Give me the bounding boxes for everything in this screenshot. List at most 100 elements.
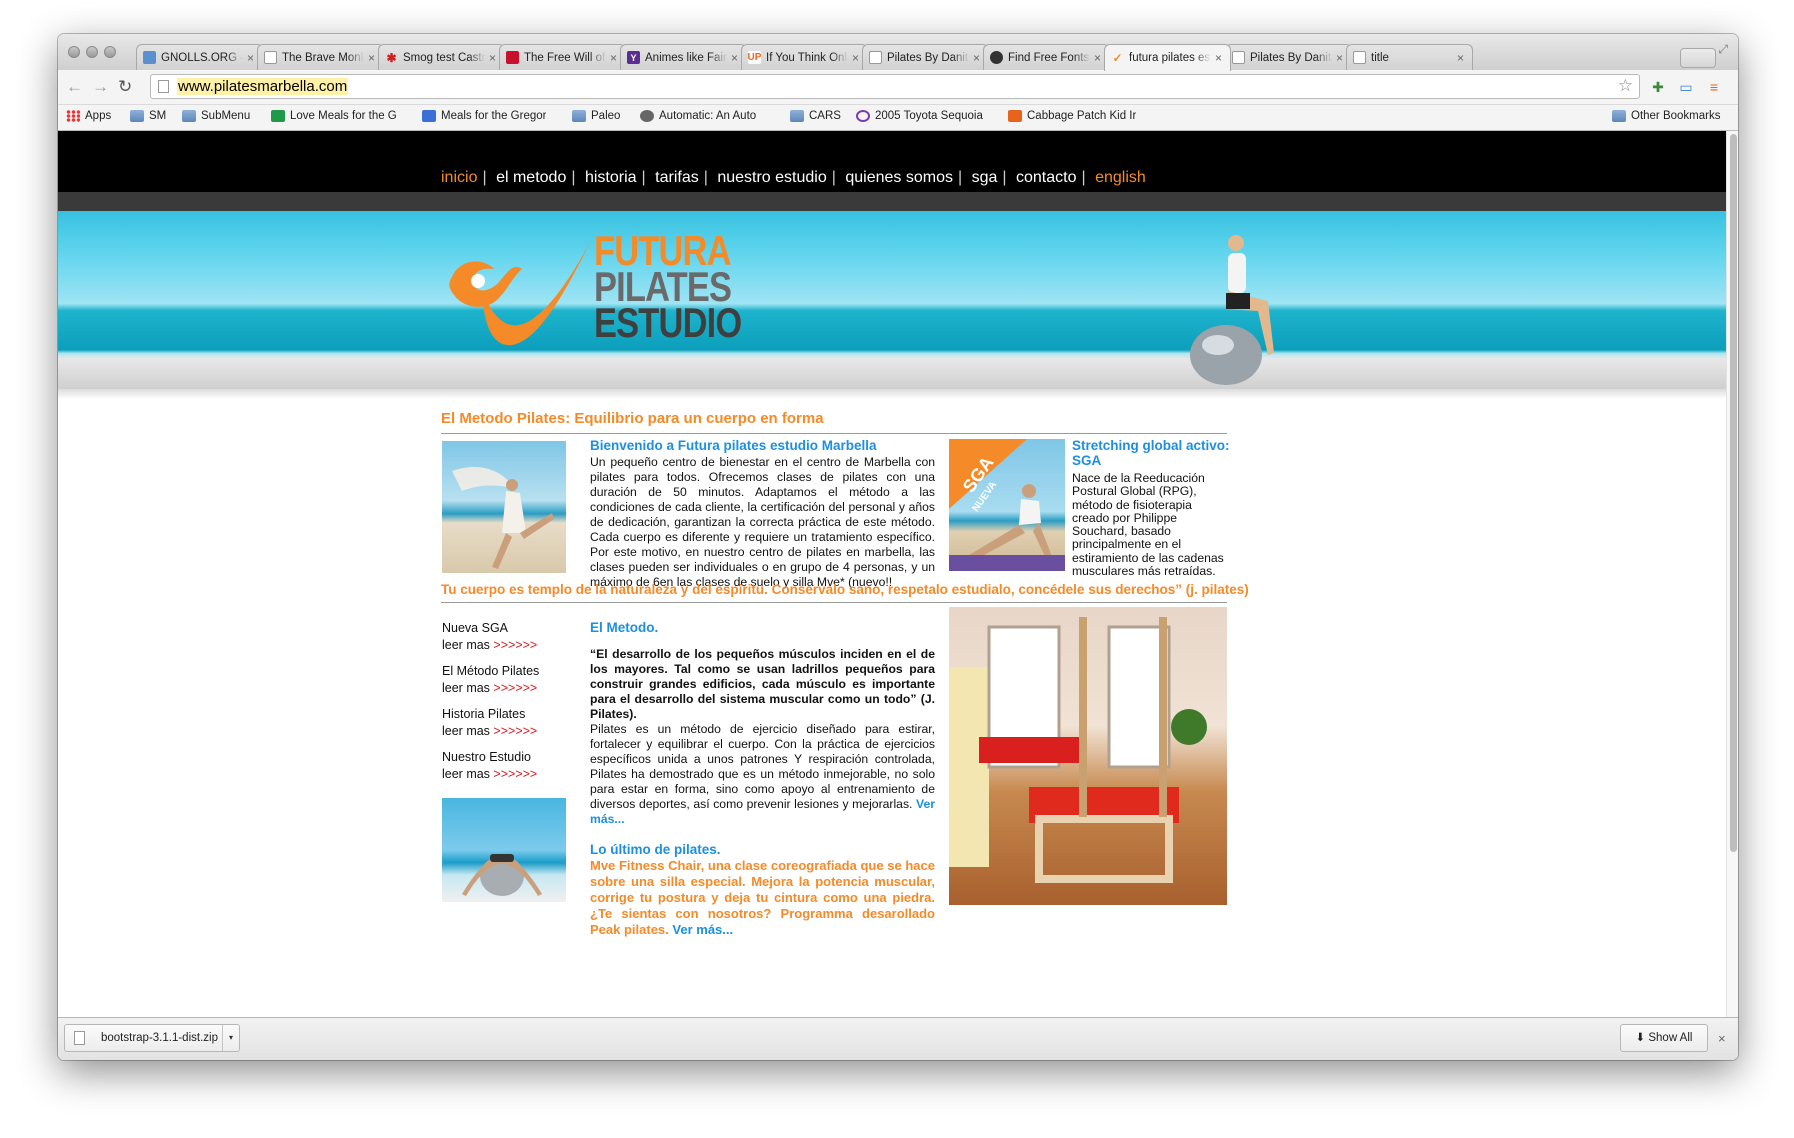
minimize-window-button[interactable] bbox=[86, 46, 98, 58]
side-link-estudio[interactable]: Nuestro Estudio leer mas >>>>>> bbox=[442, 749, 572, 783]
scrollbar-thumb[interactable] bbox=[1730, 134, 1737, 852]
bookmarks-bar: Apps SM SubMenu Love Meals for the G Mea… bbox=[58, 105, 1738, 131]
nav-sga[interactable]: sga bbox=[972, 169, 998, 186]
tab-favicon-icon bbox=[506, 51, 519, 64]
bookmark-folder[interactable]: SubMenu bbox=[182, 110, 250, 122]
woman-on-ball-image bbox=[1190, 235, 1274, 385]
apps-grid-icon bbox=[66, 110, 80, 122]
folder-icon bbox=[130, 110, 144, 122]
tab-close-icon[interactable]: × bbox=[973, 51, 980, 65]
page-icon bbox=[158, 80, 169, 93]
folder-icon bbox=[790, 110, 804, 122]
tab[interactable]: UP If You Think Onl × bbox=[741, 44, 868, 70]
tab-close-icon[interactable]: × bbox=[1336, 51, 1343, 65]
tab-close-icon[interactable]: × bbox=[1215, 51, 1222, 65]
other-bookmarks[interactable]: Other Bookmarks bbox=[1612, 110, 1720, 122]
sga-photo[interactable]: SGA NUEVA bbox=[949, 439, 1065, 571]
nav-nuestro-estudio[interactable]: nuestro estudio bbox=[717, 169, 826, 186]
bookmark-item[interactable]: Meals for the Gregor bbox=[422, 110, 546, 122]
side-link-nueva-sga[interactable]: Nueva SGA leer mas >>>>>> bbox=[442, 620, 572, 654]
tab[interactable]: ✱ Smog test Castro × bbox=[378, 44, 505, 70]
folder-icon bbox=[1612, 110, 1626, 122]
tab-close-icon[interactable]: × bbox=[610, 51, 617, 65]
tab-strip: GNOLLS.ORG – I × The Brave Monke × ✱ Smo… bbox=[58, 34, 1738, 71]
tab-close-icon[interactable]: × bbox=[1094, 51, 1101, 65]
nav-separator: | bbox=[571, 169, 576, 186]
tab-favicon-icon bbox=[869, 51, 882, 64]
bookmark-item[interactable]: Cabbage Patch Kid Ir bbox=[1008, 110, 1136, 122]
nav-inicio[interactable]: inicio bbox=[441, 169, 477, 186]
menu-icon[interactable]: ≡ bbox=[1706, 79, 1722, 95]
divider bbox=[441, 433, 1227, 434]
bookmark-item[interactable]: Automatic: An Auto bbox=[640, 110, 756, 122]
close-window-button[interactable] bbox=[68, 46, 80, 58]
tab[interactable]: Pilates By Danita × bbox=[862, 44, 989, 70]
bookmark-star-icon[interactable]: ☆ bbox=[1618, 76, 1633, 96]
close-download-bar-icon[interactable]: × bbox=[1718, 1031, 1726, 1046]
tab-close-icon[interactable]: × bbox=[852, 51, 859, 65]
site-nav: inicio | el metodo | historia | tarifas | nu… bbox=[441, 169, 1146, 187]
new-tab-button[interactable] bbox=[1680, 48, 1716, 68]
nav-el-metodo[interactable]: el metodo bbox=[496, 169, 566, 186]
tab-favicon-icon bbox=[143, 51, 156, 64]
side-link-metodo[interactable]: El Método Pilates leer mas >>>>>> bbox=[442, 663, 572, 697]
download-filename: bootstrap-3.1.1-dist.zip bbox=[101, 1032, 218, 1044]
extension-puzzle-icon[interactable]: ✚ bbox=[1650, 79, 1666, 95]
address-bar[interactable]: www.pilatesmarbella.com ☆ bbox=[150, 74, 1640, 99]
nav-separator: | bbox=[703, 169, 708, 186]
hero-banner: FUTURA PILATES ESTUDIO bbox=[58, 211, 1726, 389]
bookmark-folder[interactable]: CARS bbox=[790, 110, 841, 122]
latest-ver-mas-link[interactable]: Ver más... bbox=[672, 922, 733, 937]
page-viewport: inicio | el metodo | historia | tarifas | nu… bbox=[58, 131, 1726, 1017]
tab-close-icon[interactable]: × bbox=[247, 51, 254, 65]
zoom-window-button[interactable] bbox=[104, 46, 116, 58]
nav-contacto[interactable]: contacto bbox=[1016, 169, 1076, 186]
welcome-title: Bienvenido a Futura pilates estudio Marb… bbox=[590, 438, 877, 453]
bookmark-apps[interactable]: Apps bbox=[66, 110, 111, 122]
chevron-down-icon[interactable]: ▾ bbox=[222, 1025, 239, 1051]
tab[interactable]: Pilates By Danita × bbox=[1225, 44, 1352, 70]
tab[interactable]: GNOLLS.ORG – I × bbox=[136, 44, 263, 70]
tab[interactable]: Y Animes like Fairy × bbox=[620, 44, 747, 70]
show-all-button[interactable]: ⬇ Show All bbox=[1620, 1024, 1708, 1052]
nav-quienes-somos[interactable]: quienes somos bbox=[845, 169, 953, 186]
tab[interactable]: The Free Will of × bbox=[499, 44, 626, 70]
nav-historia[interactable]: historia bbox=[585, 169, 637, 186]
latest-text: Mve Fitness Chair, una clase coreografia… bbox=[590, 858, 935, 937]
bookmark-folder[interactable]: SM bbox=[130, 110, 166, 122]
nav-separator: | bbox=[482, 169, 487, 186]
fullscreen-icon[interactable]: ⤢ bbox=[1718, 42, 1728, 57]
tab-favicon-icon: ✓ bbox=[1112, 51, 1123, 65]
tab-close-icon[interactable]: × bbox=[368, 51, 375, 65]
bookmark-item[interactable]: Love Meals for the G bbox=[271, 110, 397, 122]
tab-close-icon[interactable]: × bbox=[1457, 51, 1464, 65]
sheet-icon bbox=[271, 110, 285, 122]
nav-tarifas[interactable]: tarifas bbox=[655, 169, 699, 186]
header-band bbox=[58, 192, 1726, 211]
logo-wordmark: FUTURA PILATES ESTUDIO bbox=[594, 227, 742, 346]
side-link-historia[interactable]: Historia Pilates leer mas >>>>>> bbox=[442, 706, 572, 740]
cast-screen-icon[interactable]: ▭ bbox=[1678, 79, 1694, 95]
tab[interactable]: title × bbox=[1346, 44, 1473, 70]
side-links: Nueva SGA leer mas >>>>>> El Método Pila… bbox=[442, 620, 572, 783]
back-button[interactable]: ← bbox=[66, 77, 83, 97]
page-scrollbar[interactable] bbox=[1726, 131, 1738, 1017]
tab-close-icon[interactable]: × bbox=[489, 51, 496, 65]
metodo-title: El Metodo. bbox=[590, 620, 659, 635]
tab-active[interactable]: ✓ futura pilates es × bbox=[1104, 44, 1231, 71]
tab-close-icon[interactable]: × bbox=[731, 51, 738, 65]
bookmark-item[interactable]: 2005 Toyota Sequoia bbox=[856, 110, 983, 122]
etsy-icon bbox=[1008, 110, 1022, 122]
forward-button[interactable]: → bbox=[92, 77, 109, 97]
bookmark-folder[interactable]: Paleo bbox=[572, 110, 620, 122]
peace-icon bbox=[856, 110, 870, 122]
download-item[interactable]: bootstrap-3.1.1-dist.zip ▾ bbox=[64, 1024, 240, 1052]
site-icon bbox=[640, 110, 654, 122]
nav-english[interactable]: english bbox=[1095, 169, 1146, 186]
sga-title[interactable]: Stretching global activo: SGA bbox=[1072, 438, 1232, 468]
url-text[interactable]: www.pilatesmarbella.com bbox=[177, 78, 349, 95]
studio-reformer-photo bbox=[949, 607, 1227, 905]
tab[interactable]: Find Free Fonts × bbox=[983, 44, 1110, 70]
tab[interactable]: The Brave Monke × bbox=[257, 44, 384, 70]
reload-button[interactable]: ↻ bbox=[118, 77, 132, 97]
